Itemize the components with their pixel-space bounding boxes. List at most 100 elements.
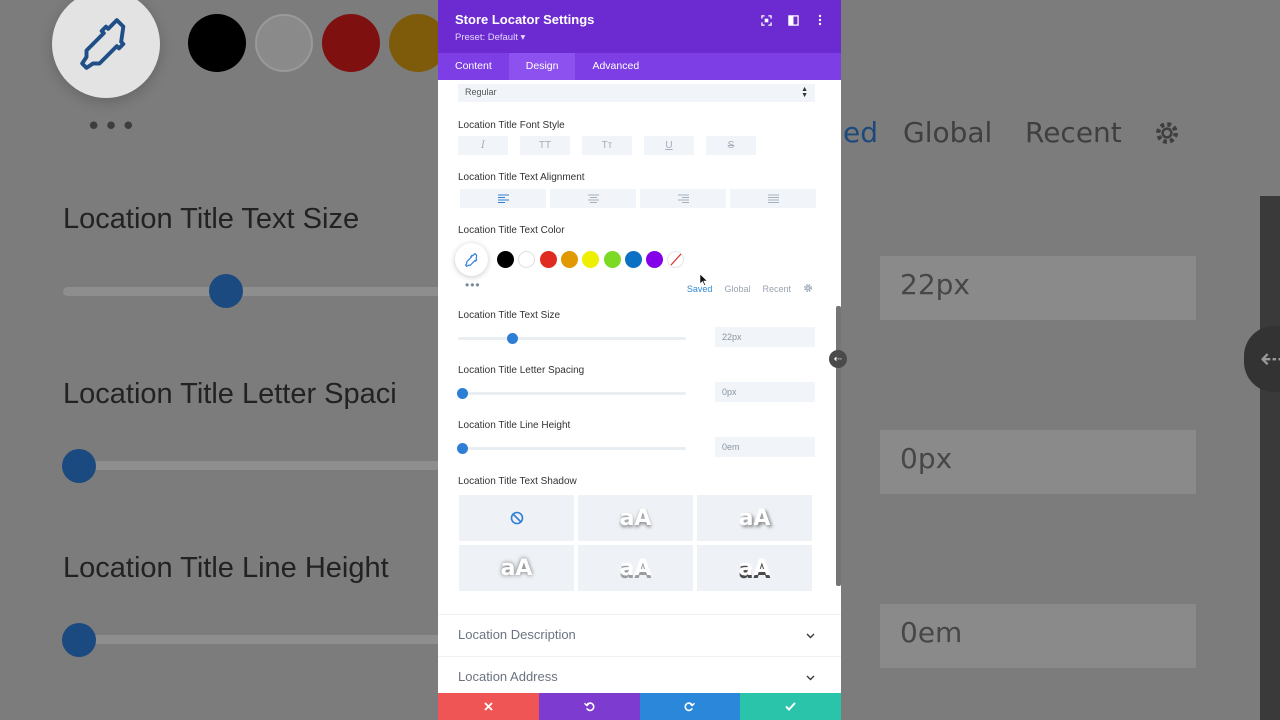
bg-arrow-icon: ⇠ [1244,326,1280,392]
align-left-icon [497,194,509,203]
color-swatch[interactable] [539,251,557,268]
accordion-label: Location Address [458,669,558,684]
undo-button[interactable] [538,693,640,720]
fullscreen-icon[interactable] [759,13,773,27]
letter-spacing-input[interactable]: 0px [715,382,815,402]
text-size-label: Location Title Text Size [458,310,561,321]
bg-scrollbar [1260,196,1280,720]
text-shadow-label: Location Title Text Shadow [458,476,577,487]
bg-more-icon: ••• [86,112,139,142]
more-colors-icon[interactable]: ••• [465,278,481,292]
italic-button[interactable]: I [458,136,508,155]
capitalize-button[interactable]: Tт [582,136,632,155]
line-height-slider-handle[interactable] [457,443,468,454]
modal-scrollbar[interactable] [836,306,841,586]
alignment-label: Location Title Text Alignment [458,172,585,183]
bg-eyedropper-icon [52,0,160,98]
resize-handle-icon[interactable]: ⇠ [829,350,847,368]
close-icon [484,702,493,711]
bg-line-height-label: Location Title Line Height [63,552,389,584]
color-settings-gear-icon[interactable] [803,283,813,295]
shadow-preset-3[interactable]: aA [459,545,574,591]
bg-letter-spacing-label: Location Title Letter Spaci [63,378,397,410]
letter-spacing-label: Location Title Letter Spacing [458,365,585,376]
text-color-label: Location Title Text Color [458,225,565,236]
save-button[interactable] [740,693,841,720]
redo-button[interactable] [639,693,741,720]
font-weight-value: Regular [465,87,497,97]
accordion-location-address[interactable]: Location Address [438,656,841,698]
bg-gear-icon [1152,118,1182,152]
alignment-buttons [460,189,816,208]
bg-tab-global: Global [903,116,993,149]
shadow-preset-5[interactable]: aA [697,545,812,591]
bg-slider-knob [209,274,243,308]
tab-advanced[interactable]: Advanced [575,53,656,80]
no-color-icon [670,253,682,266]
color-swatch[interactable] [603,251,621,268]
letter-spacing-slider-handle[interactable] [457,388,468,399]
text-shadow-presets: aA aA aA aA aA [459,495,812,591]
shadow-preset-2[interactable]: aA [697,495,812,541]
cancel-button[interactable] [438,693,539,720]
color-swatch[interactable] [646,251,664,268]
text-size-slider-handle[interactable] [507,333,519,344]
align-justify-button[interactable] [730,189,816,208]
font-style-label: Location Title Font Style [458,120,565,131]
align-left-button[interactable] [460,189,546,208]
strikethrough-button[interactable]: S [706,136,756,155]
letter-spacing-slider-track[interactable] [458,392,686,395]
settings-content: Regular ▲ ▼ Location Title Font Style I T… [438,80,841,613]
tab-design[interactable]: Design [508,53,576,80]
split-view-icon[interactable] [786,13,800,27]
underline-button[interactable]: U [644,136,694,155]
tab-content[interactable]: Content [438,53,509,80]
preset-dropdown[interactable]: Preset: Default ▾ [455,32,824,43]
color-swatch[interactable] [518,251,536,268]
bg-swatch [322,14,380,72]
select-arrows-icon: ▲ ▼ [801,86,808,99]
color-tab-global[interactable]: Global [724,284,750,294]
bg-letter-spacing-field: 0px [880,430,1196,494]
align-right-button[interactable] [640,189,726,208]
shadow-none-button[interactable] [459,495,574,541]
color-swatch[interactable] [497,251,514,268]
align-center-button[interactable] [550,189,636,208]
color-tab-recent[interactable]: Recent [762,284,791,294]
modal-footer [438,693,841,720]
text-size-slider-track[interactable] [458,337,686,340]
accordion-location-description[interactable]: Location Description [438,614,841,656]
line-height-input[interactable]: 0em [715,437,815,457]
bg-tab-recent: Recent [1025,116,1122,149]
color-swatch[interactable] [582,251,600,268]
font-weight-select[interactable]: Regular ▲ ▼ [458,84,815,102]
bg-text-size-field: 22px [880,256,1196,320]
modal-header: Store Locator Settings Preset: Default ▾ [438,0,841,53]
bg-slider-track [63,635,463,644]
bg-tab-saved: ed [843,116,878,149]
none-icon [510,511,523,525]
clear-color-button[interactable] [667,251,684,268]
chevron-down-icon [806,669,815,684]
undo-icon [583,702,595,712]
check-icon [785,702,796,711]
bg-swatch [188,14,246,72]
shadow-preset-1[interactable]: aA [578,495,693,541]
more-options-icon[interactable] [813,13,827,27]
font-style-buttons: I TT Tт U S [458,136,756,155]
color-swatch[interactable] [624,251,642,268]
uppercase-button[interactable]: TT [520,136,570,155]
line-height-slider-track[interactable] [458,447,686,450]
bg-swatch [255,14,313,72]
bg-slider-track [63,461,463,470]
bg-slider-knob [62,623,96,657]
settings-modal: Store Locator Settings Preset: Default ▾… [438,0,841,720]
shadow-preset-4[interactable]: aA [578,545,693,591]
text-size-input[interactable]: 22px [715,327,815,347]
redo-icon [684,702,696,712]
bg-slider-track [63,287,463,296]
eyedropper-button[interactable] [455,243,488,276]
chevron-down-icon [806,627,815,642]
color-swatch[interactable] [560,251,578,268]
align-right-icon [677,194,689,203]
